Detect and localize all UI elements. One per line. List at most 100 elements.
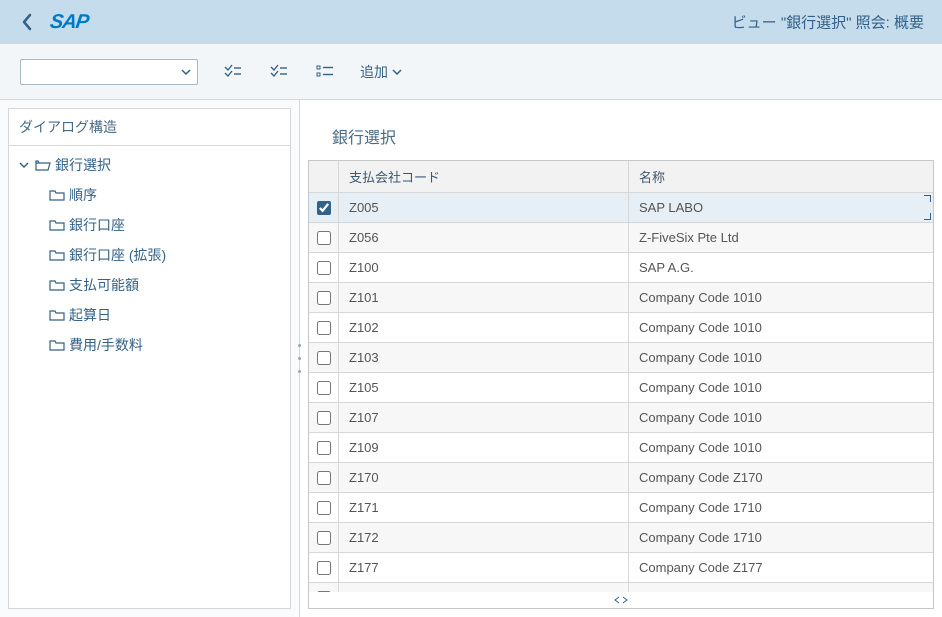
data-table: 支払会社コード 名称 Z005SAP LABOZ056Z-FiveSix Pte… [308,160,934,609]
scroll-right-icon [622,596,628,604]
row-name-cell: SAP A.G. [629,583,933,592]
row-name-cell: Company Code 1710 [629,493,933,522]
table-row[interactable]: Z200SAP A.G. [309,583,933,592]
tree-child-label: 銀行口座 [69,215,125,235]
tree-root[interactable]: 銀行選択 [9,150,290,180]
row-name-cell: Company Code 1710 [629,523,933,552]
tree-child[interactable]: 費用/手数料 [9,330,290,360]
folder-icon [49,278,65,292]
chevron-down-icon [17,162,31,168]
row-checkbox[interactable] [317,561,331,575]
row-check-cell[interactable] [309,493,339,522]
add-button-label: 追加 [360,62,388,82]
row-check-cell[interactable] [309,343,339,372]
table-row[interactable]: Z056Z-FiveSix Pte Ltd [309,223,933,253]
row-check-cell[interactable] [309,373,339,402]
row-checkbox[interactable] [317,321,331,335]
view-select[interactable] [20,59,198,85]
folder-icon [49,218,65,232]
table-row[interactable]: Z103Company Code 1010 [309,343,933,373]
back-button[interactable] [12,7,42,37]
table-row[interactable]: Z105Company Code 1010 [309,373,933,403]
col-header-code[interactable]: 支払会社コード [339,161,629,192]
table-row[interactable]: Z170Company Code Z170 [309,463,933,493]
folder-icon [49,308,65,322]
table-row[interactable]: Z005SAP LABO [309,193,933,223]
row-check-cell[interactable] [309,523,339,552]
row-check-cell[interactable] [309,313,339,342]
tree-child-label: 支払可能額 [69,275,139,295]
folder-icon [49,188,65,202]
content-area: 銀行選択 支払会社コード 名称 Z005SAP LABOZ056Z-FiveSi… [300,100,942,617]
row-checkbox[interactable] [317,261,331,275]
row-check-cell[interactable] [309,283,339,312]
page-title: ビュー "銀行選択" 照会: 概要 [732,12,924,33]
add-button[interactable]: 追加 [360,62,402,82]
row-checkbox[interactable] [317,381,331,395]
table-row[interactable]: Z107Company Code 1010 [309,403,933,433]
row-code-cell: Z109 [339,433,629,462]
row-code-cell: Z100 [339,253,629,282]
row-name-cell: Company Code 1010 [629,313,933,342]
row-checkbox[interactable] [317,291,331,305]
tree-child[interactable]: 支払可能額 [9,270,290,300]
splitter-handle[interactable] [295,339,303,379]
table-row[interactable]: Z177Company Code Z177 [309,553,933,583]
tree-child[interactable]: 銀行口座 (拡張) [9,240,290,270]
row-code-cell: Z105 [339,373,629,402]
table-row[interactable]: Z171Company Code 1710 [309,493,933,523]
row-name-cell: SAP A.G. [629,253,933,282]
sidebar-panel: ダイアログ構造 銀行選択 順序銀行口座銀行口座 (拡張) 支払可能額起算日費用/手… [8,108,291,609]
row-checkbox[interactable] [317,531,331,545]
row-checkbox[interactable] [317,441,331,455]
toolbar: 追加 [0,44,942,100]
folder-open-icon [35,158,51,172]
row-checkbox[interactable] [317,351,331,365]
row-check-cell[interactable] [309,433,339,462]
table-row[interactable]: Z109Company Code 1010 [309,433,933,463]
row-name-cell: Company Code Z177 [629,553,933,582]
table-row[interactable]: Z101Company Code 1010 [309,283,933,313]
sidebar: ダイアログ構造 銀行選択 順序銀行口座銀行口座 (拡張) 支払可能額起算日費用/手… [0,100,300,617]
tree-child[interactable]: 起算日 [9,300,290,330]
tree-child-label: 銀行口座 (拡張) [69,245,166,265]
table-row[interactable]: Z100SAP A.G. [309,253,933,283]
row-checkbox[interactable] [317,231,331,245]
row-check-cell[interactable] [309,193,339,222]
row-checkbox[interactable] [317,201,331,215]
row-code-cell: Z200 [339,583,629,592]
row-checkbox[interactable] [317,471,331,485]
table-row[interactable]: Z172Company Code 1710 [309,523,933,553]
sidebar-title: ダイアログ構造 [9,109,290,146]
tree: 銀行選択 順序銀行口座銀行口座 (拡張) 支払可能額起算日費用/手数料 [9,146,290,364]
row-code-cell: Z101 [339,283,629,312]
row-check-cell[interactable] [309,463,339,492]
list-settings-icon[interactable] [314,61,336,83]
tree-child[interactable]: 銀行口座 [9,210,290,240]
row-check-cell[interactable] [309,253,339,282]
tree-child[interactable]: 順序 [9,180,290,210]
sap-logo: SAP [48,11,89,34]
row-checkbox[interactable] [317,501,331,515]
row-check-cell[interactable] [309,223,339,252]
tree-child-label: 起算日 [69,305,111,325]
select-all-icon[interactable] [222,61,244,83]
row-code-cell: Z103 [339,343,629,372]
row-name-cell: Company Code Z170 [629,463,933,492]
row-name-cell: Company Code 1010 [629,283,933,312]
row-code-cell: Z170 [339,463,629,492]
col-header-check[interactable] [309,161,339,192]
table-header: 支払会社コード 名称 [309,161,933,193]
table-row[interactable]: Z102Company Code 1010 [309,313,933,343]
horizontal-scroll[interactable] [309,592,933,608]
row-checkbox[interactable] [317,411,331,425]
row-code-cell: Z005 [339,193,629,222]
row-check-cell[interactable] [309,553,339,582]
row-name-cell: Company Code 1010 [629,343,933,372]
row-check-cell[interactable] [309,403,339,432]
deselect-all-icon[interactable] [268,61,290,83]
chevron-down-icon [392,69,402,75]
row-check-cell[interactable] [309,583,339,592]
col-header-name[interactable]: 名称 [629,161,933,192]
tree-child-label: 順序 [69,185,97,205]
